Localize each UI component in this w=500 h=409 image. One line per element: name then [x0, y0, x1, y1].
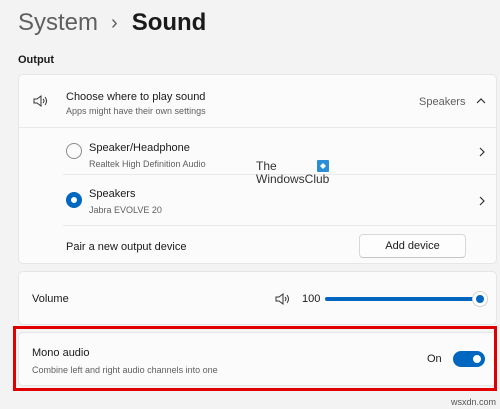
volume-card: Volume 100	[18, 271, 497, 325]
watermark-line-2: WindowsClub	[256, 172, 330, 186]
volume-slider-track[interactable]	[325, 297, 480, 301]
windowsclub-logo-icon	[317, 160, 329, 172]
add-device-button[interactable]: Add device	[359, 234, 466, 258]
device-radio-speakers[interactable]	[66, 192, 82, 208]
section-label-output: Output	[18, 54, 55, 66]
speaker-icon[interactable]	[275, 293, 291, 305]
breadcrumb: System › Sound	[18, 8, 206, 38]
current-output-value: Speakers	[419, 96, 466, 108]
volume-slider-thumb[interactable]	[472, 291, 488, 307]
device-name: Speakers	[89, 188, 136, 200]
breadcrumb-system[interactable]: System	[18, 8, 98, 38]
chevron-right-icon[interactable]	[479, 196, 486, 206]
speaker-icon	[33, 95, 47, 107]
volume-value: 100	[302, 293, 321, 305]
choose-output-row[interactable]: Choose where to play sound Apps might ha…	[19, 75, 496, 127]
site-watermark: wsxdn.com	[450, 397, 496, 407]
pair-device-row: Pair a new output device Add device	[19, 226, 496, 264]
choose-output-title: Choose where to play sound	[66, 91, 206, 103]
breadcrumb-separator: ›	[111, 12, 118, 34]
device-description: Jabra EVOLVE 20	[89, 205, 162, 215]
device-radio-speaker-headphone[interactable]	[66, 143, 82, 159]
page-title: Sound	[131, 9, 207, 36]
pair-device-label: Pair a new output device	[66, 241, 187, 253]
device-description: Realtek High Definition Audio	[89, 159, 206, 169]
volume-label: Volume	[32, 293, 69, 305]
highlight-box	[13, 326, 497, 391]
device-name: Speaker/Headphone	[89, 142, 190, 154]
choose-output-subtitle: Apps might have their own settings	[66, 106, 206, 116]
chevron-right-icon[interactable]	[479, 147, 486, 157]
chevron-up-icon[interactable]	[476, 97, 486, 105]
